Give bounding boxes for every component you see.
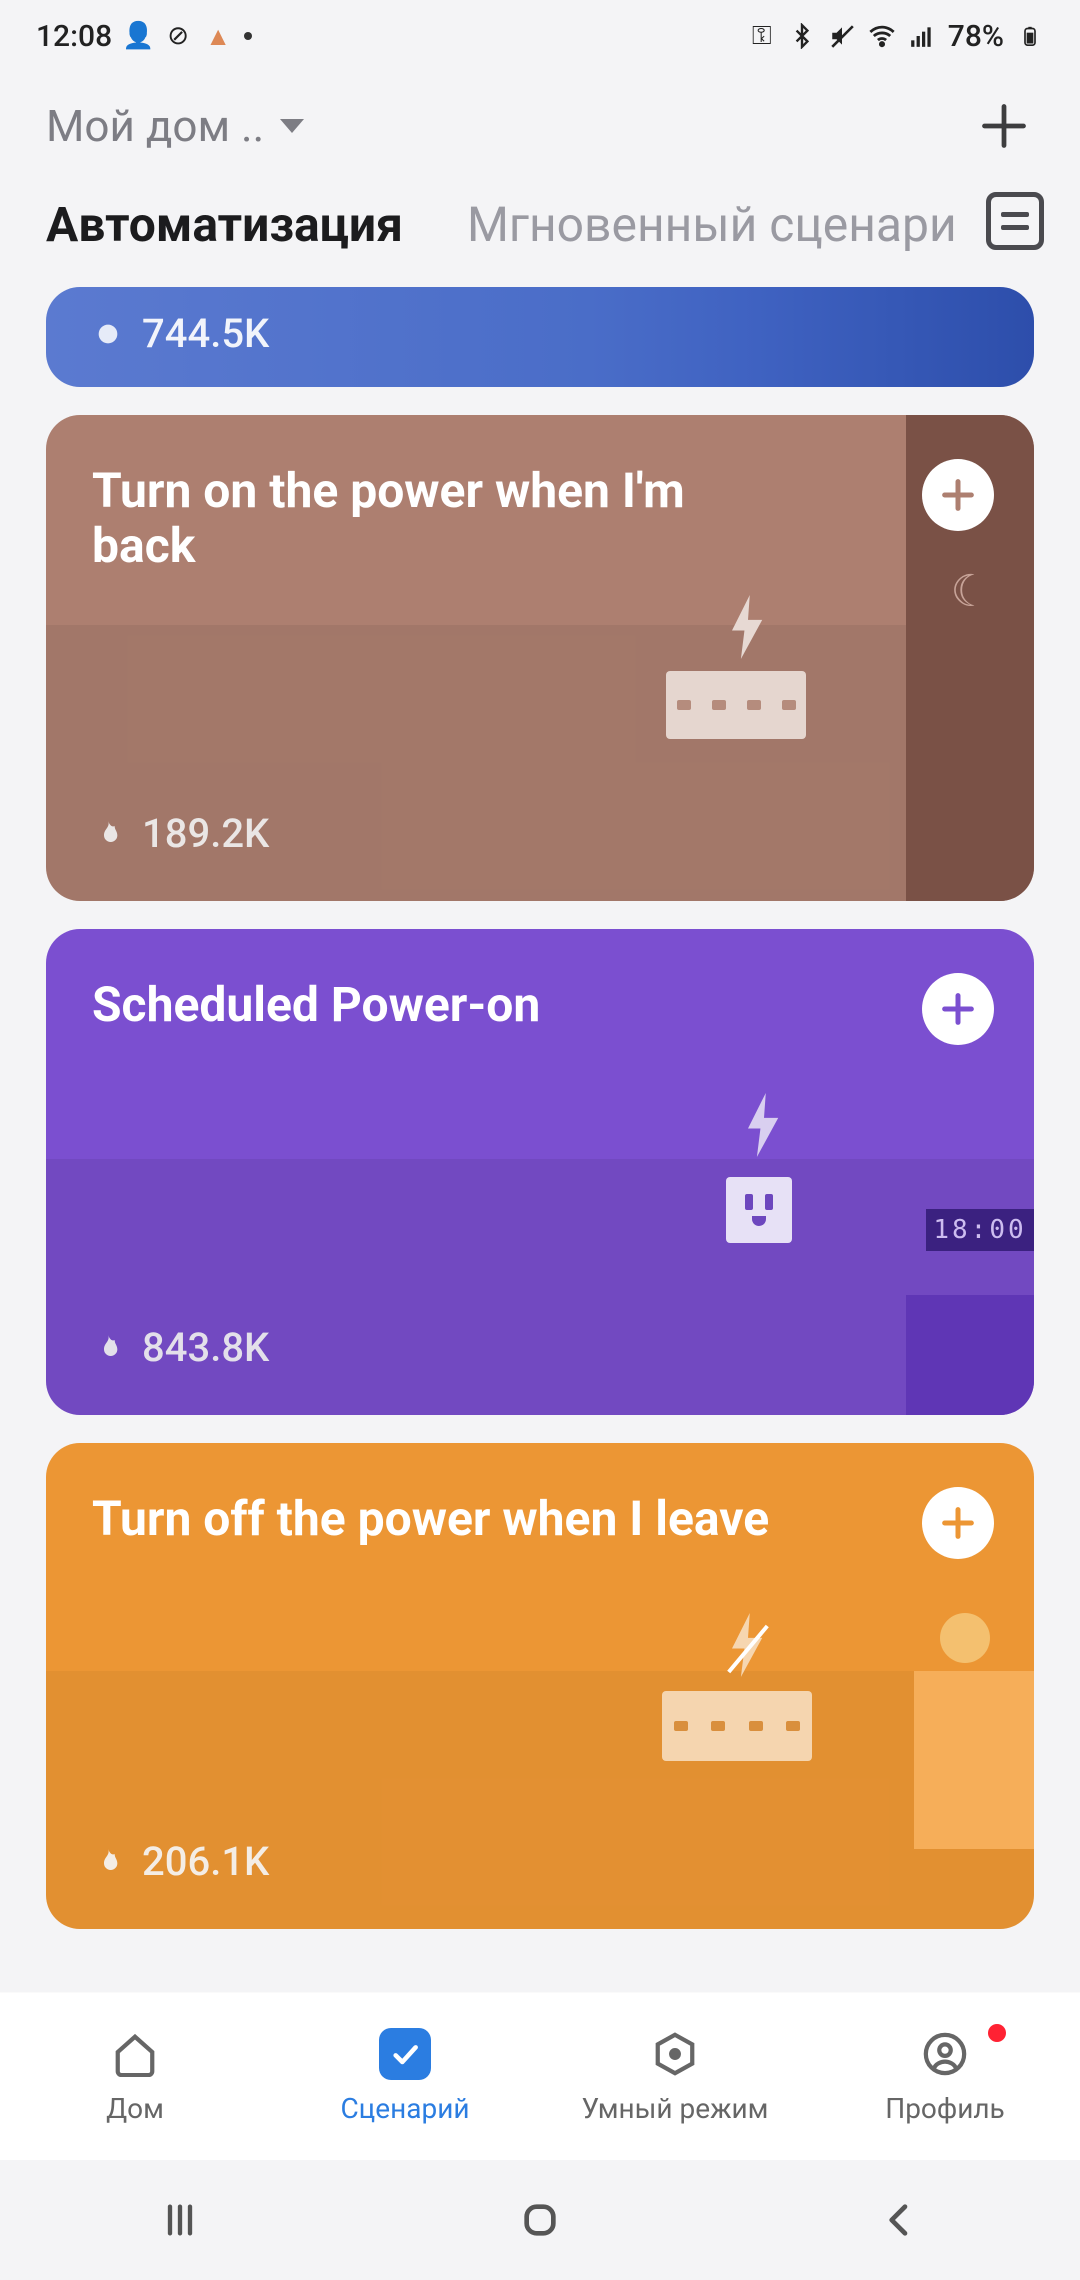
status-time: 12:08 — [36, 19, 112, 54]
bottom-nav: Дом Сценарий Умный режим Профиль — [0, 1992, 1080, 2160]
tab-list-icon[interactable] — [986, 192, 1044, 250]
android-nav-bar — [0, 2160, 1080, 2280]
status-app-icon-1: 👤 — [124, 22, 152, 50]
card-stat-value: 744.5K — [142, 310, 269, 357]
card-title: Turn on the power when I'm back — [92, 463, 791, 573]
nav-label: Дом — [106, 2092, 164, 2125]
card-add-button[interactable] — [922, 973, 994, 1045]
card-add-button[interactable] — [922, 1487, 994, 1559]
card-title: Turn off the power when I leave — [92, 1491, 791, 1546]
status-more-dot — [244, 32, 252, 40]
tab-instant-scenario[interactable]: Мгновенный сценари — [467, 196, 957, 253]
card-title: Scheduled Power-on — [92, 977, 791, 1032]
automation-card-scheduled[interactable]: 18:00 Scheduled Power-on 843.8K — [46, 929, 1034, 1415]
outlet-icon — [662, 1691, 812, 1761]
bolt-icon — [726, 595, 770, 659]
add-button[interactable] — [974, 96, 1034, 156]
nav-label: Сценарий — [340, 2092, 469, 2125]
card-stat-value: 189.2K — [142, 810, 269, 857]
hexagon-icon — [649, 2028, 701, 2080]
automation-card-power-on-home[interactable]: ☾ Turn on the power when I'm back 189.2K — [46, 415, 1034, 901]
notification-badge — [988, 2024, 1006, 2042]
card-stat-value: 843.8K — [142, 1324, 269, 1371]
outlet-icon — [726, 1177, 792, 1243]
home-icon — [109, 2028, 161, 2080]
nav-scenario[interactable]: Сценарий — [270, 2028, 540, 2125]
recents-button[interactable] — [160, 2200, 200, 2240]
scenario-icon — [379, 2028, 431, 2080]
automation-card-partial[interactable]: 744.5K — [46, 287, 1034, 387]
moon-icon: ☾ — [951, 565, 990, 617]
bolt-icon — [742, 1093, 786, 1157]
nav-label: Профиль — [885, 2092, 1005, 2125]
app-header: Мой дом .. — [0, 72, 1080, 196]
mute-icon — [828, 22, 856, 50]
battery-icon — [1016, 22, 1044, 50]
sun-icon — [940, 1613, 990, 1663]
flame-icon — [92, 818, 124, 850]
home-label: Мой дом .. — [46, 100, 264, 152]
flame-icon — [92, 1332, 124, 1364]
status-dnd-icon: ⊘ — [164, 22, 192, 50]
signal-icon — [908, 22, 936, 50]
content-scroll[interactable]: 744.5K ☾ Turn on the power when I'm back… — [0, 287, 1080, 1992]
chevron-down-icon — [280, 119, 304, 133]
card-add-button[interactable] — [922, 459, 994, 531]
profile-icon — [919, 2028, 971, 2080]
automation-card-power-off-leave[interactable]: Turn off the power when I leave 206.1K — [46, 1443, 1034, 1929]
card-stat-value: 206.1K — [142, 1838, 269, 1885]
nav-profile[interactable]: Профиль — [810, 2028, 1080, 2125]
flame-icon — [92, 1846, 124, 1878]
vpn-icon: ⚿ — [748, 22, 776, 50]
home-selector[interactable]: Мой дом .. — [46, 100, 304, 152]
nav-smart-mode[interactable]: Умный режим — [540, 2028, 810, 2125]
home-button[interactable] — [520, 2200, 560, 2240]
tab-automation[interactable]: Автоматизация — [46, 196, 403, 253]
nav-home[interactable]: Дом — [0, 2028, 270, 2125]
nav-label: Умный режим — [582, 2092, 769, 2125]
outlet-icon — [666, 671, 806, 739]
tab-bar: Автоматизация Мгновенный сценари — [0, 196, 1080, 287]
back-button[interactable] — [880, 2200, 920, 2240]
battery-text: 78% — [948, 19, 1004, 54]
bluetooth-icon — [788, 22, 816, 50]
status-app-icon-2: ▲ — [204, 22, 232, 50]
flame-icon — [92, 318, 124, 350]
status-bar: 12:08 👤 ⊘ ▲ ⚿ 78% — [0, 0, 1080, 72]
wifi-icon — [868, 22, 896, 50]
clock-label: 18:00 — [926, 1209, 1034, 1251]
